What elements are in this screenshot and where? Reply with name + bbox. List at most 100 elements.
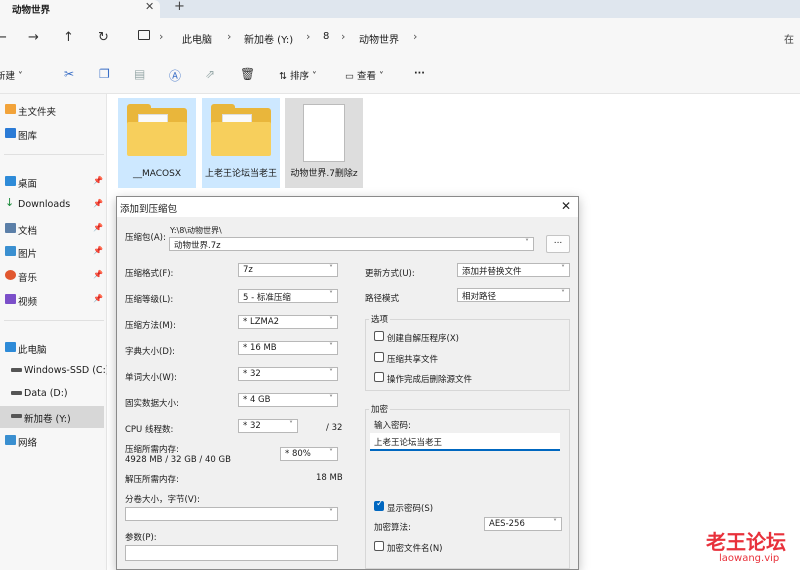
download-icon: ↓ <box>5 196 15 209</box>
sfx-checkbox[interactable] <box>374 331 384 341</box>
close-icon[interactable]: ✕ <box>561 199 571 213</box>
encrypt-names-checkbox[interactable] <box>374 541 384 551</box>
level-value: 5 - 标准压缩 <box>243 293 291 303</box>
breadcrumb-item[interactable]: 动物世界 <box>359 31 399 46</box>
chevron-right-icon: › <box>159 30 164 43</box>
pictures-icon <box>5 246 16 256</box>
divider <box>4 154 104 155</box>
tab-active[interactable]: 动物世界 ✕ <box>0 0 160 18</box>
folder-item[interactable]: 上老王论坛当老王 <box>202 98 280 188</box>
sidebar-item-home[interactable]: 主文件夹 <box>0 99 106 121</box>
encrypt-names-label: 加密文件名(N) <box>387 544 443 554</box>
split-select[interactable]: ˅ <box>125 507 338 521</box>
chevron-down-icon: ˅ <box>561 289 565 298</box>
password-input[interactable]: 上老王论坛当老王 <box>370 433 560 451</box>
enc-method-value: AES-256 <box>489 519 525 529</box>
chevron-down-icon: ˅ <box>329 316 333 325</box>
format-label: 压缩格式(F): <box>125 269 174 279</box>
cut-icon[interactable]: ✂ <box>64 67 74 81</box>
computer-icon <box>138 30 150 40</box>
chevron-down-icon: ˅ <box>329 508 333 517</box>
home-icon <box>5 104 16 114</box>
copy-icon[interactable]: ❐ <box>99 67 110 81</box>
folder-item[interactable]: __MACOSX <box>118 98 196 188</box>
refresh-icon[interactable]: ↻ <box>98 30 109 45</box>
chevron-down-icon: ˅ <box>329 264 333 273</box>
new-button[interactable]: 新建 ˅ <box>0 68 23 82</box>
format-value: 7z <box>243 265 253 275</box>
sidebar-item-label: 新加卷 (Y:) <box>24 414 71 425</box>
pin-icon: 📌 <box>93 246 103 255</box>
back-arrow-icon[interactable]: ← <box>0 30 7 45</box>
sidebar-item-desktop[interactable]: 桌面 📌 <box>0 171 106 193</box>
drive-icon <box>11 391 22 395</box>
solid-select[interactable]: * 4 GB ˅ <box>238 393 338 407</box>
password-label: 输入密码: <box>374 421 411 431</box>
network-icon <box>5 435 16 445</box>
file-icon <box>303 104 345 162</box>
forward-arrow-icon[interactable]: → <box>28 30 39 45</box>
file-item[interactable]: 动物世界.7删除z <box>285 98 363 188</box>
more-button[interactable]: ··· <box>414 68 425 79</box>
watermark-text: 老王论坛 <box>706 530 786 554</box>
mem-select[interactable]: * 80% ˅ <box>280 447 338 461</box>
sidebar-item-videos[interactable]: 视频 📌 <box>0 289 106 311</box>
level-select[interactable]: 5 - 标准压缩 ˅ <box>238 289 338 303</box>
sidebar-item-gallery[interactable]: 图库 <box>0 123 106 145</box>
sort-button[interactable]: ⇅ 排序 ˅ <box>279 68 317 82</box>
new-tab-button[interactable]: + <box>174 0 185 14</box>
dict-select[interactable]: * 16 MB ˅ <box>238 341 338 355</box>
sidebar-item-downloads[interactable]: ↓ Downloads 📌 <box>0 194 106 216</box>
breadcrumb[interactable]: › 此电脑 › 新加卷 (Y:) › 8 › 动物世界 › <box>128 26 768 50</box>
sidebar-item-drive-c[interactable]: Windows-SSD (C:) <box>6 360 109 382</box>
breadcrumb-item[interactable]: 8 <box>323 31 329 42</box>
method-select[interactable]: * LZMA2 ˅ <box>238 315 338 329</box>
browse-button[interactable]: ... <box>546 235 570 253</box>
delete-checkbox[interactable] <box>374 372 384 382</box>
threads-label: CPU 线程数: <box>125 425 174 435</box>
path-mode-select[interactable]: 相对路径 ˅ <box>457 288 570 302</box>
paste-icon[interactable]: ▤ <box>134 67 145 81</box>
breadcrumb-item[interactable]: 新加卷 (Y:) <box>244 31 293 46</box>
dict-label: 字典大小(D): <box>125 347 176 357</box>
sidebar-item-label: Data (D:) <box>24 388 68 399</box>
sidebar-item-drive-d[interactable]: Data (D:) <box>6 383 106 405</box>
chevron-down-icon: ˅ <box>329 394 333 403</box>
sidebar-item-drive-y[interactable]: 新加卷 (Y:) <box>0 406 104 428</box>
close-icon[interactable]: ✕ <box>145 0 154 13</box>
breadcrumb-item[interactable]: 此电脑 <box>182 31 212 46</box>
rename-icon[interactable]: Ⓐ <box>169 67 181 84</box>
up-arrow-icon[interactable]: ↑ <box>63 30 74 45</box>
word-select[interactable]: * 32 ˅ <box>238 367 338 381</box>
sidebar-item-network[interactable]: 网络 <box>0 430 106 452</box>
sidebar-item-this-pc[interactable]: 此电脑 <box>0 337 106 359</box>
shared-checkbox[interactable] <box>374 352 384 362</box>
path-mode-label: 路径模式 <box>365 294 400 304</box>
params-input[interactable] <box>125 545 338 561</box>
sidebar-item-label: 视频 <box>18 297 38 308</box>
videos-icon <box>5 294 16 304</box>
sidebar-item-pictures[interactable]: 图片 📌 <box>0 241 106 263</box>
threads-select[interactable]: * 32 ˅ <box>238 419 298 433</box>
mem-detail: 4928 MB / 32 GB / 40 GB <box>125 455 231 465</box>
folder-icon-front <box>127 122 187 156</box>
chevron-down-icon: ˅ <box>553 518 557 527</box>
sidebar-item-documents[interactable]: 文档 📌 <box>0 218 106 240</box>
show-password-checkbox[interactable] <box>374 499 384 511</box>
word-label: 单词大小(W): <box>125 373 177 383</box>
share-icon[interactable]: ⇗ <box>205 67 215 81</box>
new-label: 新建 <box>0 71 16 82</box>
sidebar-item-label: 音乐 <box>18 273 38 284</box>
pin-icon: 📌 <box>93 223 103 232</box>
drive-icon <box>11 414 22 418</box>
desktop-icon <box>5 176 16 186</box>
archive-name-combo[interactable]: 动物世界.7z ˅ <box>169 237 534 251</box>
enc-method-select[interactable]: AES-256 ˅ <box>484 517 562 531</box>
search-input[interactable]: 在 <box>784 31 794 46</box>
sidebar-item-music[interactable]: 音乐 📌 <box>0 265 106 287</box>
format-select[interactable]: 7z ˅ <box>238 263 338 277</box>
chevron-down-icon: ˅ <box>561 264 565 273</box>
view-button[interactable]: ▭ 查看 ˅ <box>345 68 384 82</box>
update-select[interactable]: 添加并替换文件 ˅ <box>457 263 570 277</box>
delete-icon[interactable]: 🗑 <box>240 67 255 81</box>
